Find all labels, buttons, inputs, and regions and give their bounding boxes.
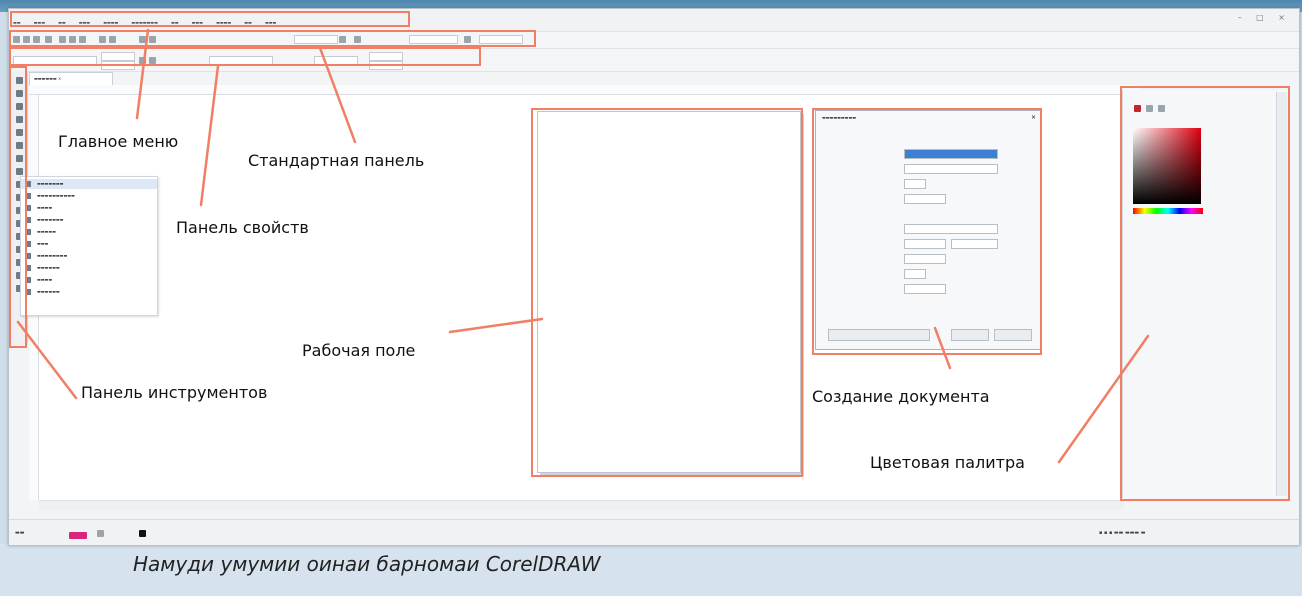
standard-panel-leader [318,46,357,144]
create-document-label: Создание документа [812,387,990,406]
figure-caption: Намуди умумии оинаи барномаи CorelDRAW [133,552,601,576]
callout-leader-lines [16,28,1150,464]
color-palette-label: Цветовая палитра [870,453,1025,472]
create-document-leader [933,326,952,370]
standard-panel-label: Стандартная панель [248,151,425,170]
toolbox-leader [16,320,78,400]
main-menu-leader [135,28,150,120]
workspace-label: Рабочая поле [302,341,416,360]
main-menu-label: Главное меню [58,132,179,151]
workspace-leader [448,317,544,334]
property-panel-label: Панель свойств [176,218,309,237]
color-palette-leader [1057,334,1150,464]
toolbox-label: Панель инструментов [81,383,268,402]
property-panel-leader [199,64,220,207]
